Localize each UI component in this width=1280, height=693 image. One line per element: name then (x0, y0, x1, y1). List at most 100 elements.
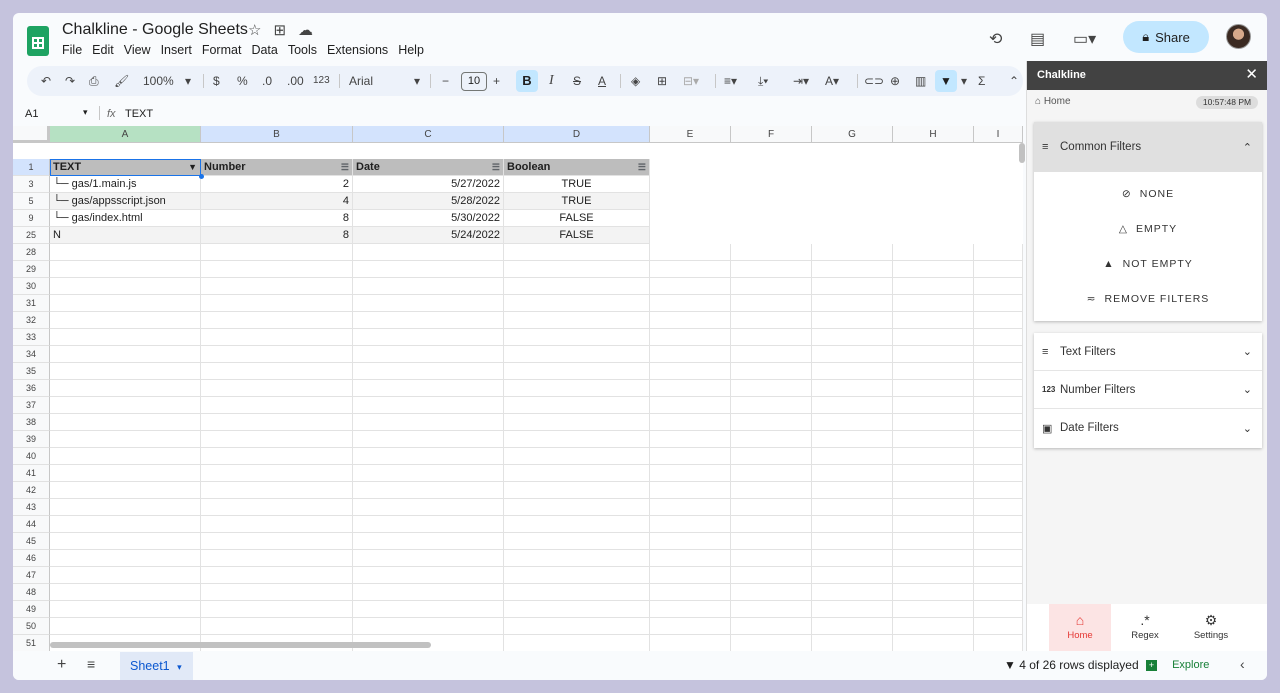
vertical-scrollbar[interactable] (1019, 143, 1025, 163)
undo-icon[interactable]: ↶ (41, 73, 51, 89)
filter-active-icon[interactable]: ▼ (188, 159, 197, 175)
add-sheet-icon[interactable]: + (57, 656, 66, 674)
table-cell[interactable] (50, 346, 201, 363)
table-cell[interactable] (893, 363, 974, 380)
table-cell[interactable] (504, 380, 650, 397)
table-cell[interactable] (731, 312, 812, 329)
table-cell[interactable] (812, 516, 893, 533)
table-cell[interactable] (201, 295, 353, 312)
table-cell[interactable] (974, 278, 1023, 295)
table-cell[interactable] (50, 244, 201, 261)
table-cell[interactable]: TRUE (504, 193, 650, 210)
table-cell[interactable] (353, 414, 504, 431)
table-cell[interactable] (504, 635, 650, 651)
column-header-c[interactable]: C (353, 126, 504, 143)
table-cell[interactable] (504, 397, 650, 414)
decrease-decimal-button[interactable]: .0 (262, 73, 272, 89)
row-header[interactable]: 36 (13, 380, 50, 397)
table-cell[interactable] (504, 482, 650, 499)
date-filters-header[interactable]: ▣ Date Filters ⌄ (1034, 409, 1262, 447)
table-cell[interactable]: FALSE (504, 210, 650, 227)
table-cell[interactable] (201, 278, 353, 295)
sheets-logo-icon[interactable] (27, 26, 49, 56)
table-cell[interactable] (201, 312, 353, 329)
table-cell[interactable] (353, 431, 504, 448)
table-cell[interactable] (731, 448, 812, 465)
table-cell[interactable] (974, 414, 1023, 431)
table-cell[interactable] (974, 635, 1023, 651)
text-rotation-icon[interactable]: A▾ (825, 73, 839, 89)
table-cell[interactable] (504, 363, 650, 380)
menu-extensions[interactable]: Extensions (327, 43, 388, 57)
table-cell[interactable] (812, 329, 893, 346)
row-header[interactable]: 40 (13, 448, 50, 465)
percent-button[interactable]: % (237, 73, 248, 89)
row-header[interactable]: 46 (13, 550, 50, 567)
row-header[interactable]: 48 (13, 584, 50, 601)
table-cell[interactable] (504, 618, 650, 635)
italic-button[interactable]: I (549, 73, 554, 89)
table-cell[interactable] (974, 363, 1023, 380)
table-cell[interactable] (650, 499, 731, 516)
table-cell[interactable] (353, 448, 504, 465)
merge-cells-icon[interactable]: ⊟▾ (683, 73, 699, 89)
table-cell[interactable] (893, 533, 974, 550)
table-cell[interactable] (504, 601, 650, 618)
row-header[interactable]: 44 (13, 516, 50, 533)
table-cell[interactable] (50, 448, 201, 465)
table-cell[interactable] (50, 482, 201, 499)
menu-format[interactable]: Format (202, 43, 242, 57)
row-header[interactable]: 1 (13, 159, 50, 176)
text-color-button[interactable]: A (598, 73, 606, 89)
table-cell[interactable] (353, 261, 504, 278)
table-cell[interactable] (893, 635, 974, 651)
table-cell[interactable] (974, 312, 1023, 329)
table-cell[interactable] (504, 329, 650, 346)
table-cell[interactable] (731, 516, 812, 533)
table-cell[interactable] (893, 465, 974, 482)
table-cell[interactable] (201, 397, 353, 414)
table-cell[interactable] (50, 261, 201, 278)
table-cell[interactable] (974, 397, 1023, 414)
table-cell[interactable] (504, 567, 650, 584)
row-header[interactable]: 3 (13, 176, 50, 193)
table-cell[interactable] (353, 363, 504, 380)
horizontal-align-icon[interactable]: ≡▾ (724, 73, 737, 89)
insert-chart-icon[interactable]: ▥ (915, 73, 926, 89)
table-cell[interactable] (650, 312, 731, 329)
table-cell[interactable] (50, 533, 201, 550)
functions-icon[interactable]: Σ (978, 73, 985, 89)
table-cell[interactable] (731, 397, 812, 414)
table-cell[interactable] (974, 516, 1023, 533)
table-cell[interactable] (650, 261, 731, 278)
table-cell[interactable] (504, 261, 650, 278)
table-cell[interactable] (504, 465, 650, 482)
table-cell[interactable] (353, 244, 504, 261)
table-cell[interactable] (812, 380, 893, 397)
table-cell[interactable] (731, 550, 812, 567)
table-cell[interactable] (812, 635, 893, 651)
table-cell[interactable] (812, 448, 893, 465)
insert-link-icon[interactable]: ⊂⊃ (864, 73, 884, 89)
table-cell[interactable] (731, 635, 812, 651)
font-size-input[interactable]: 10 (461, 72, 487, 91)
menu-help[interactable]: Help (398, 43, 424, 57)
table-cell[interactable]: TRUE (504, 176, 650, 193)
cloud-status-icon[interactable]: ☁ (298, 21, 313, 39)
table-cell[interactable] (504, 414, 650, 431)
table-cell[interactable] (650, 346, 731, 363)
zoom-select[interactable]: 100% (143, 73, 174, 89)
menu-edit[interactable]: Edit (92, 43, 114, 57)
table-cell[interactable] (974, 380, 1023, 397)
table-cell[interactable] (50, 499, 201, 516)
share-button[interactable]: 🔒︎ Share (1123, 21, 1209, 53)
table-cell[interactable] (50, 584, 201, 601)
menu-file[interactable]: File (62, 43, 82, 57)
table-cell[interactable] (353, 397, 504, 414)
table-cell[interactable] (812, 363, 893, 380)
row-header[interactable]: 34 (13, 346, 50, 363)
formula-input[interactable]: TEXT (125, 108, 153, 120)
move-folder-icon[interactable]: ⊞ (273, 21, 286, 39)
row-header[interactable]: 33 (13, 329, 50, 346)
table-cell[interactable] (353, 567, 504, 584)
